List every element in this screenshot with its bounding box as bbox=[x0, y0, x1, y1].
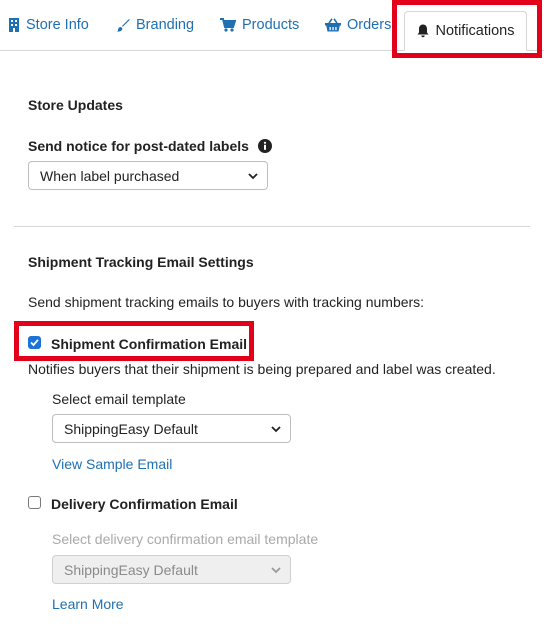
tab-notifications[interactable]: Notifications bbox=[404, 11, 527, 51]
tab-label: Notifications bbox=[435, 23, 515, 39]
settings-tab-bar: Store Info Branding Products Orders Noti… bbox=[0, 0, 544, 51]
delivery-confirmation-checkbox[interactable] bbox=[28, 496, 41, 509]
email-template-label: Select email template bbox=[52, 391, 186, 407]
store-updates-heading: Store Updates bbox=[28, 97, 123, 113]
tab-branding[interactable]: Branding bbox=[116, 0, 194, 50]
view-sample-email-link[interactable]: View Sample Email bbox=[52, 456, 172, 472]
post-dated-label: Send notice for post-dated labels bbox=[28, 138, 249, 154]
info-icon[interactable] bbox=[257, 139, 272, 153]
tracking-heading: Shipment Tracking Email Settings bbox=[28, 254, 254, 270]
tab-label: Branding bbox=[136, 17, 195, 33]
email-template-select-value: ShippingEasy Default bbox=[64, 420, 198, 437]
delivery-template-label: Select delivery confirmation email templ… bbox=[52, 531, 319, 547]
tab-products[interactable]: Products bbox=[220, 0, 299, 50]
chevron-down-icon bbox=[271, 426, 281, 433]
tab-store-info[interactable]: Store Info bbox=[8, 0, 89, 50]
bell-icon bbox=[417, 24, 428, 38]
tracking-intro: Send shipment tracking emails to buyers … bbox=[28, 294, 425, 310]
post-dated-label-row: Send notice for post-dated labels bbox=[28, 138, 272, 154]
section-divider bbox=[14, 226, 530, 227]
delivery-confirmation-label[interactable]: Delivery Confirmation Email bbox=[51, 496, 238, 512]
delivery-template-select: ShippingEasy Default bbox=[52, 555, 291, 584]
tab-label: Orders bbox=[347, 17, 392, 33]
delivery-template-select-value: ShippingEasy Default bbox=[64, 561, 198, 578]
chevron-down-icon bbox=[248, 173, 258, 180]
tab-label: Store Info bbox=[26, 17, 89, 33]
shipment-confirmation-checkbox[interactable] bbox=[28, 336, 41, 349]
basket-icon bbox=[325, 18, 341, 32]
post-dated-select-value: When label purchased bbox=[40, 167, 180, 184]
shipment-confirmation-label[interactable]: Shipment Confirmation Email bbox=[51, 336, 247, 352]
paintbrush-icon bbox=[117, 19, 130, 32]
tab-orders[interactable]: Orders bbox=[325, 0, 391, 50]
building-icon bbox=[9, 18, 19, 32]
shipment-confirmation-description: Notifies buyers that their shipment is b… bbox=[28, 361, 496, 377]
learn-more-link[interactable]: Learn More bbox=[52, 596, 124, 612]
post-dated-select[interactable]: When label purchased bbox=[28, 161, 268, 190]
tab-label: Products bbox=[242, 17, 300, 33]
checkmark-icon bbox=[30, 339, 39, 347]
cart-icon bbox=[220, 18, 236, 32]
email-template-select[interactable]: ShippingEasy Default bbox=[52, 414, 291, 443]
chevron-down-icon bbox=[271, 567, 281, 574]
